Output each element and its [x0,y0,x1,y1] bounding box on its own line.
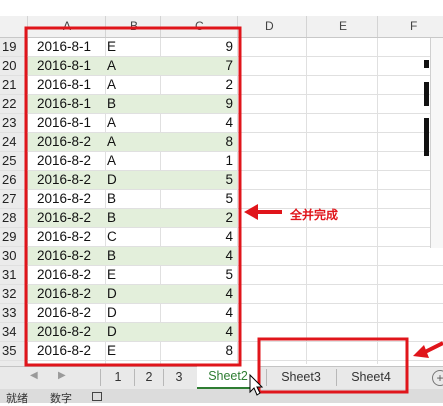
annotation-label: 全并完成 [290,208,339,222]
highlight-box-tabs [257,337,409,394]
highlight-box-data [24,26,242,367]
arrow-icon [244,204,282,220]
annotation-overlay [24,26,443,396]
arrow-icon [413,341,443,358]
